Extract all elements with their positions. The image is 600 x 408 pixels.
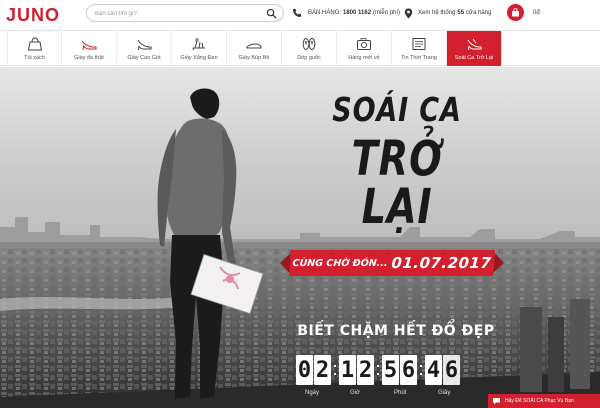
category-nav: Túi xách Giày đa thật Giày Cao Gót Giày … xyxy=(0,30,600,66)
search-box[interactable] xyxy=(86,4,284,22)
nav-item-new-arrivals[interactable]: Hàng mới về xyxy=(337,31,392,66)
stores-count: 55 xyxy=(457,10,465,16)
nav-item-sandals[interactable]: Giày Xăng Đan xyxy=(172,31,227,66)
chat-label: Hãy Để SOÁI CA Phục Vụ Bạn xyxy=(505,398,574,404)
nav-item-fashion-news[interactable]: Tin Thời Trang xyxy=(392,31,447,66)
launch-date-ribbon: CÙNG CHỜ ĐÓN... 01.07.2017 xyxy=(289,250,495,276)
nav-label: Hàng mới về xyxy=(348,55,380,61)
flat-shoe-icon xyxy=(246,43,262,49)
launch-date: 01.07.2017 xyxy=(390,254,493,272)
store-locator[interactable]: Xem hệ thống 55 cửa hàng xyxy=(404,6,491,20)
nav-label: Giày Cao Gót xyxy=(127,55,161,61)
countdown-digit: 2 xyxy=(314,355,331,385)
search-icon[interactable] xyxy=(266,8,277,19)
countdown-labels: Ngày Giờ Phút Giây xyxy=(296,390,480,400)
hero-banner[interactable]: SOÁI CA TRỞ LẠI CÙNG CHỜ ĐÓN... 01.07.20… xyxy=(0,67,600,408)
countdown-digit: 5 xyxy=(382,355,399,385)
nav-item-high-heels[interactable]: Giày Cao Gót xyxy=(117,31,172,66)
countdown-timer: 0 2 1 2 5 6 4 6 xyxy=(296,355,461,385)
chat-bubble-icon xyxy=(493,398,500,405)
headline-line-2: TRỞ LẠI xyxy=(351,131,443,235)
live-chat-button[interactable]: Hãy Để SOÁI CA Phục Vụ Bạn xyxy=(488,394,600,408)
nav-item-slippers[interactable]: Dép guốc xyxy=(282,31,337,66)
hotline-prefix: BÁN HÀNG: xyxy=(308,10,342,16)
tag-heel-icon xyxy=(467,38,482,51)
handbag-icon xyxy=(27,37,42,51)
countdown-separator xyxy=(375,355,381,385)
nav-item-flats[interactable]: Giày Búp Bê xyxy=(227,31,282,66)
search-input[interactable] xyxy=(95,7,265,20)
campaign-headline: SOÁI CA TRỞ LẠI xyxy=(292,93,502,231)
countdown-separator xyxy=(332,355,338,385)
countdown-label-days: Ngày xyxy=(305,390,320,396)
nav-label: Giày đa thật xyxy=(74,55,104,61)
countdown-label-minutes: Phút xyxy=(394,390,407,396)
countdown-digit: 4 xyxy=(425,355,442,385)
hotline-suffix: (miễn phí) xyxy=(373,10,401,16)
nav-label: Túi xách xyxy=(24,55,45,61)
cart-total[interactable]: 0đ xyxy=(533,10,540,16)
countdown-label-hours: Giờ xyxy=(350,390,360,396)
shopping-bag-icon xyxy=(512,8,519,17)
newspaper-icon xyxy=(412,38,426,50)
countdown-digit: 6 xyxy=(400,355,417,385)
leather-heel-icon xyxy=(81,40,97,51)
nav-label: Giày Xăng Đan xyxy=(180,55,218,61)
ribbon-lead: CÙNG CHỜ ĐÓN... xyxy=(292,257,388,269)
nav-item-soai-ca[interactable]: Soái Ca Trở Lại xyxy=(447,31,502,66)
campaign-tagline: BIẾT CHẶM HẾT ĐỔ ĐẸP xyxy=(297,323,495,339)
nav-item-handbags[interactable]: Túi xách xyxy=(7,31,62,66)
countdown-digit: 2 xyxy=(357,355,374,385)
nav-item-leather-shoes[interactable]: Giày đa thật xyxy=(62,31,117,66)
stores-prefix: Xem hệ thống xyxy=(418,10,456,16)
cart-icon-wrap[interactable] xyxy=(507,4,524,21)
countdown-digit: 0 xyxy=(296,355,313,385)
nav-label: Soái Ca Trở Lại xyxy=(454,55,494,61)
nav-label: Tin Thời Trang xyxy=(401,55,437,61)
headline-line-1: SOÁI CA xyxy=(332,90,462,129)
countdown-label-seconds: Giây xyxy=(438,390,451,396)
stores-suffix: cửa hàng xyxy=(466,10,492,16)
hotline[interactable]: BÁN HÀNG: 1800 1162 (miễn phí) xyxy=(292,6,400,20)
camera-icon xyxy=(357,38,371,50)
juno-logo[interactable]: JUNO xyxy=(6,5,60,26)
hotline-number[interactable]: 1800 1162 xyxy=(343,10,371,16)
nav-label: Dép guốc xyxy=(297,55,321,61)
countdown-digit: 6 xyxy=(443,355,460,385)
flip-flop-icon xyxy=(302,38,316,50)
sandal-icon xyxy=(192,38,205,51)
cart-button[interactable]: 0đ xyxy=(507,4,540,21)
countdown-separator xyxy=(418,355,424,385)
nav-label: Giày Búp Bê xyxy=(238,55,270,61)
high-heel-icon xyxy=(137,39,152,51)
site-header: JUNO BÁN HÀNG: 1800 1162 (miễn phí) Xem … xyxy=(0,0,600,30)
countdown-digit: 1 xyxy=(339,355,356,385)
phone-icon xyxy=(293,9,301,17)
location-pin-icon xyxy=(404,8,413,18)
